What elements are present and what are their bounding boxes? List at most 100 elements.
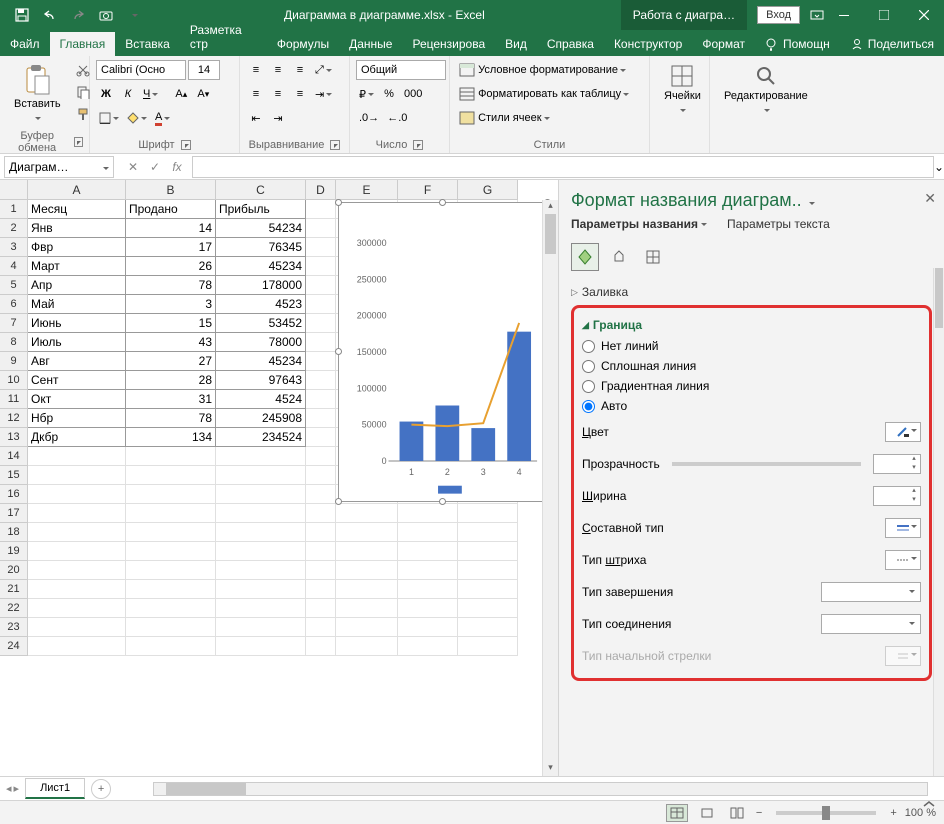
percent-icon[interactable]: % <box>379 84 399 104</box>
tab-data[interactable]: Данные <box>339 32 402 56</box>
align-top-icon[interactable]: ≡ <box>246 60 266 80</box>
cancel-formula-icon[interactable]: ✕ <box>122 156 144 178</box>
radio-gradient-line[interactable]: Градиентная линия <box>582 376 921 396</box>
orientation-icon[interactable]: ⤢ <box>312 60 335 80</box>
zoom-slider[interactable] <box>776 811 876 815</box>
col-e[interactable]: E <box>336 180 398 200</box>
editing-button[interactable]: Редактирование <box>716 60 816 120</box>
col-d[interactable]: D <box>306 180 336 200</box>
decrease-font-icon[interactable]: A▾ <box>193 84 213 104</box>
color-picker[interactable] <box>885 422 921 442</box>
fill-color-button[interactable] <box>124 108 150 128</box>
effects-icon[interactable] <box>605 243 633 271</box>
align-left-icon[interactable]: ≡ <box>246 84 266 104</box>
page-break-view-icon[interactable] <box>726 804 748 822</box>
tab-help[interactable]: Справка <box>537 32 604 56</box>
pane-scrollbar[interactable] <box>933 268 944 776</box>
sheet-tab-1[interactable]: Лист1 <box>25 778 85 799</box>
decrease-indent-icon[interactable]: ⇤ <box>246 108 266 128</box>
ribbon-options-icon[interactable] <box>810 10 824 20</box>
enter-formula-icon[interactable]: ✓ <box>144 156 166 178</box>
increase-indent-icon[interactable]: ⇥ <box>268 108 288 128</box>
expand-formula-icon[interactable]: ⌄ <box>934 160 944 174</box>
clipboard-dialog[interactable] <box>74 137 83 147</box>
maximize-button[interactable] <box>864 0 904 30</box>
italic-button[interactable]: К <box>118 84 138 104</box>
number-format[interactable]: Общий <box>356 60 446 80</box>
new-sheet-button[interactable]: + <box>91 779 111 799</box>
camera-icon[interactable] <box>92 1 120 29</box>
increase-font-icon[interactable]: A▴ <box>171 84 191 104</box>
col-g[interactable]: G <box>458 180 518 200</box>
select-all[interactable] <box>0 180 28 200</box>
formula-input[interactable] <box>192 156 934 178</box>
tab-format[interactable]: Формат <box>692 32 755 56</box>
chart-object[interactable]: 050000100000150000200000250000300000 123… <box>338 202 548 502</box>
font-name[interactable]: Calibri (Осно <box>96 60 186 80</box>
tab-view[interactable]: Вид <box>495 32 537 56</box>
paste-button[interactable]: Вставить <box>6 60 69 128</box>
qat-customize[interactable] <box>120 1 148 29</box>
page-layout-view-icon[interactable] <box>696 804 718 822</box>
cap-type[interactable] <box>821 582 921 602</box>
underline-button[interactable]: Ч <box>140 84 161 104</box>
transparency-slider[interactable] <box>672 462 861 466</box>
radio-no-line[interactable]: Нет линий <box>582 336 921 356</box>
redo-icon[interactable] <box>64 1 92 29</box>
conditional-formatting[interactable]: Условное форматирование <box>456 60 643 80</box>
sheet-nav-first[interactable]: ◂ <box>6 782 12 795</box>
align-center-icon[interactable]: ≡ <box>268 84 288 104</box>
cell-styles[interactable]: Стили ячеек <box>456 108 643 128</box>
normal-view-icon[interactable] <box>666 804 688 822</box>
col-b[interactable]: B <box>126 180 216 200</box>
align-bottom-icon[interactable]: ≡ <box>290 60 310 80</box>
undo-icon[interactable] <box>36 1 64 29</box>
dash-type[interactable] <box>885 550 921 570</box>
width-spin[interactable]: ▴▾ <box>873 486 921 506</box>
tell-me[interactable]: Помощн <box>755 32 840 56</box>
pane-tab-title-options[interactable]: Параметры названия <box>571 217 707 235</box>
radio-auto[interactable]: Авто <box>582 396 921 416</box>
vertical-scrollbar[interactable]: ▴ ▾ <box>542 200 558 776</box>
radio-solid-line[interactable]: Сплошная линия <box>582 356 921 376</box>
close-button[interactable] <box>904 0 944 30</box>
number-dialog[interactable] <box>413 140 423 150</box>
currency-icon[interactable]: ₽ <box>356 84 377 104</box>
login-button[interactable]: Вход <box>757 6 800 24</box>
comma-icon[interactable]: 000 <box>401 84 425 104</box>
align-middle-icon[interactable]: ≡ <box>268 60 288 80</box>
fx-icon[interactable]: fx <box>166 156 188 178</box>
pane-tab-text-options[interactable]: Параметры текста <box>727 217 830 235</box>
font-size[interactable]: 14 <box>188 60 220 80</box>
zoom-out-button[interactable]: − <box>756 807 762 819</box>
increase-decimal-icon[interactable]: .0→ <box>356 108 382 128</box>
cells-button[interactable]: Ячейки <box>656 60 709 120</box>
zoom-in-button[interactable]: + <box>890 807 896 819</box>
collapse-ribbon-icon[interactable] <box>922 800 940 814</box>
transparency-spin[interactable]: ▴▾ <box>873 454 921 474</box>
section-border[interactable]: ◢Граница <box>582 314 921 336</box>
tab-pagelayout[interactable]: Разметка стр <box>180 18 267 56</box>
section-fill[interactable]: ▷Заливка <box>571 281 932 303</box>
horizontal-scrollbar[interactable] <box>153 782 928 796</box>
fill-line-icon[interactable] <box>571 243 599 271</box>
pane-close-icon[interactable]: ✕ <box>924 190 936 207</box>
col-c[interactable]: C <box>216 180 306 200</box>
font-dialog[interactable] <box>181 140 191 150</box>
name-box[interactable]: Диаграм… <box>4 156 114 178</box>
format-as-table[interactable]: Форматировать как таблицу <box>456 84 643 104</box>
sheet-nav-prev[interactable]: ▸ <box>14 782 20 795</box>
font-color-button[interactable]: A <box>152 108 173 128</box>
align-dialog[interactable] <box>330 140 340 150</box>
tab-formulas[interactable]: Формулы <box>267 32 339 56</box>
tab-insert[interactable]: Вставка <box>115 32 180 56</box>
borders-button[interactable] <box>96 108 122 128</box>
tab-file[interactable]: Файл <box>0 32 50 56</box>
align-right-icon[interactable]: ≡ <box>290 84 310 104</box>
share-button[interactable]: Поделиться <box>840 32 944 56</box>
save-icon[interactable] <box>8 1 36 29</box>
minimize-button[interactable] <box>824 0 864 30</box>
bold-button[interactable]: Ж <box>96 84 116 104</box>
compound-type[interactable] <box>885 518 921 538</box>
tab-home[interactable]: Главная <box>50 32 116 56</box>
